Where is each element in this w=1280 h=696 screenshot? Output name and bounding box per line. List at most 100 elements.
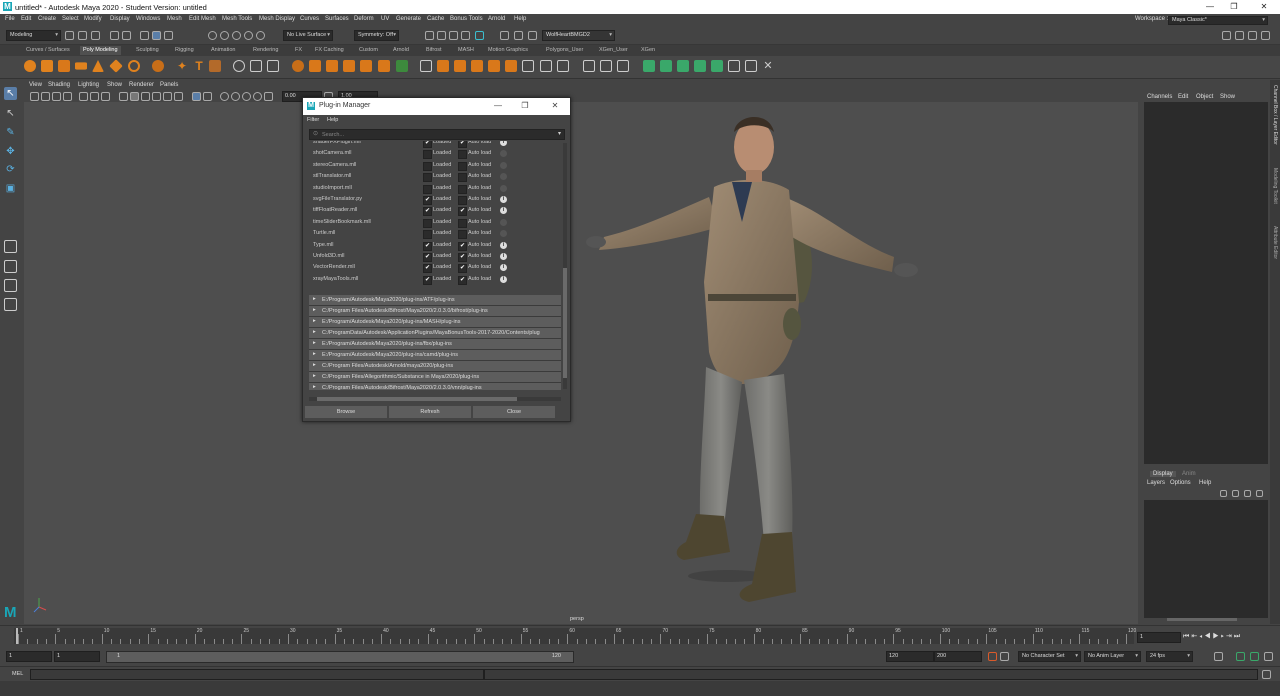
loaded-checkbox[interactable] <box>423 218 432 228</box>
append-polygon-icon[interactable] <box>437 60 449 72</box>
plugin-info-icon[interactable]: i <box>500 141 507 146</box>
xray-icon[interactable] <box>192 92 201 101</box>
use-all-lights-icon[interactable] <box>163 92 172 101</box>
cb-menu-edit[interactable]: Edit <box>1178 94 1188 100</box>
scrollbar-thumb[interactable] <box>563 268 567 378</box>
ipr-render-icon[interactable] <box>437 31 446 40</box>
bool-difference-icon[interactable] <box>309 60 321 72</box>
workspace-dropdown[interactable]: Maya Classic* <box>1168 16 1268 25</box>
resolution-gate-icon[interactable] <box>101 92 110 101</box>
autoload-checkbox[interactable]: ✔ <box>458 253 467 262</box>
exposure-icon[interactable] <box>264 92 273 101</box>
layer-tab-display[interactable]: Display <box>1150 471 1176 477</box>
vp-menu-view[interactable]: View <box>29 82 42 88</box>
loaded-checkbox[interactable] <box>423 161 432 171</box>
image-plane-icon[interactable] <box>63 92 72 101</box>
side-tab-attribute-editor[interactable]: Attribute Editor <box>1272 226 1278 259</box>
autoload-checkbox[interactable]: ✔ <box>458 141 467 148</box>
smooth-shade-icon[interactable] <box>130 92 139 101</box>
animation-prefs-icon[interactable] <box>1264 652 1273 661</box>
automatic-uv-icon[interactable] <box>694 60 706 72</box>
plugin-info-icon[interactable]: i <box>500 230 507 238</box>
menu-bonus-tools[interactable]: Bonus Tools <box>450 16 483 22</box>
shelf-tab-rendering[interactable]: Rendering <box>253 47 278 53</box>
film-gate-icon[interactable] <box>90 92 99 101</box>
snap-point-icon[interactable] <box>232 31 241 40</box>
search-dropdown-arrow-icon[interactable]: ▾ <box>558 130 561 137</box>
new-layer-selected-icon[interactable] <box>1256 490 1263 497</box>
plugin-path-row[interactable]: ▸ C:/Program Files/Allegorithmic/Substanc… <box>309 372 561 383</box>
autoload-checkbox[interactable]: ✔ <box>458 241 467 251</box>
single-perspective-view-icon[interactable] <box>4 240 17 253</box>
separate-icon[interactable] <box>250 60 262 72</box>
select-camera-icon[interactable] <box>30 92 39 101</box>
four-view-icon[interactable] <box>4 260 17 273</box>
insert-edge-loop-icon[interactable] <box>600 60 612 72</box>
side-tab-channel-box[interactable]: Channel Box / Layer Editor <box>1272 85 1278 145</box>
command-input[interactable] <box>30 669 484 680</box>
offset-edge-loop-icon[interactable] <box>617 60 629 72</box>
vp-menu-shading[interactable]: Shading <box>48 82 70 88</box>
wireframe-on-shaded-icon[interactable] <box>141 92 150 101</box>
bool-intersect-icon[interactable] <box>326 60 338 72</box>
loaded-checkbox[interactable]: ✔ <box>423 241 432 251</box>
shelf-tab-custom[interactable]: Custom <box>359 47 378 53</box>
minimize-button[interactable]: — <box>1198 1 1222 13</box>
undo-icon[interactable] <box>110 31 119 40</box>
plugin-path-row[interactable]: ▸ C:/Program Files/Autodesk/Bifrost/Maya2… <box>309 383 561 390</box>
maximize-button[interactable]: ❐ <box>1222 1 1246 13</box>
smooth-icon[interactable] <box>267 60 279 72</box>
svg-icon[interactable] <box>209 60 221 72</box>
expand-arrow-icon[interactable]: ▸ <box>313 318 316 324</box>
shelf-tab-xgen-user[interactable]: XGen_User <box>599 47 628 53</box>
bookmarks-icon[interactable] <box>52 92 61 101</box>
character-set-dropdown[interactable]: No Character Set <box>1018 651 1081 662</box>
layer-menu-help[interactable]: Help <box>1199 480 1211 486</box>
shelf-tab-polygons-user[interactable]: Polygons_User <box>546 47 583 53</box>
shelf-tab-motion-graphics[interactable]: Motion Graphics <box>488 47 528 53</box>
browse-button[interactable]: Browse <box>305 406 387 418</box>
target-weld-icon[interactable] <box>540 60 552 72</box>
sew-uv-icon[interactable]: ✕ <box>762 60 774 72</box>
plugin-path-row[interactable]: ▸ C:/Program Files/Autodesk/Arnold/maya20… <box>309 361 561 372</box>
shelf-tab-poly-modeling[interactable]: Poly Modeling <box>80 46 121 55</box>
auto-key-icon[interactable] <box>988 652 997 661</box>
isolate-select-icon[interactable] <box>203 92 212 101</box>
lasso-tool-icon[interactable]: ↖ <box>4 107 17 120</box>
redo-icon[interactable] <box>122 31 131 40</box>
pm-menu-help[interactable]: Help <box>327 117 338 123</box>
expand-arrow-icon[interactable]: ▸ <box>313 329 316 335</box>
loaded-checkbox[interactable]: ✔ <box>423 275 432 285</box>
autoload-checkbox[interactable] <box>458 218 467 228</box>
autoload-checkbox[interactable] <box>458 150 467 160</box>
persp-graph-icon[interactable] <box>4 298 17 311</box>
open-scene-icon[interactable] <box>78 31 87 40</box>
quad-draw-icon[interactable] <box>557 60 569 72</box>
menu-mesh-display[interactable]: Mesh Display <box>259 16 295 22</box>
select-hierarchy-icon[interactable] <box>140 31 149 40</box>
move-tool-icon[interactable]: ✥ <box>4 145 17 158</box>
snap-curve-icon[interactable] <box>220 31 229 40</box>
poly-type-icon[interactable]: T <box>193 60 205 72</box>
ambient-occlusion-icon[interactable] <box>220 92 229 101</box>
plugin-info-icon[interactable]: i <box>500 253 507 260</box>
expand-arrow-icon[interactable]: ▸ <box>313 307 316 313</box>
loaded-checkbox[interactable] <box>423 184 432 194</box>
plugin-path-row[interactable]: ▸ C:/Program Files/Autodesk/Bifrost/Maya2… <box>309 306 561 317</box>
uv-editor-icon[interactable] <box>728 60 740 72</box>
shelf-tab-sculpting[interactable]: Sculpting <box>136 47 159 53</box>
save-scene-icon[interactable] <box>91 31 100 40</box>
bridge-icon[interactable] <box>378 60 390 72</box>
symmetry-dropdown[interactable]: Symmetry: Off <box>354 30 399 41</box>
plugin-info-icon[interactable]: i <box>500 218 507 226</box>
hypershade-icon[interactable] <box>461 31 470 40</box>
side-tab-modeling-toolkit[interactable]: Modeling Toolkit <box>1272 168 1278 204</box>
vp-menu-panels[interactable]: Panels <box>160 82 178 88</box>
render-frame-icon[interactable] <box>425 31 434 40</box>
cb-menu-object[interactable]: Object <box>1196 94 1213 100</box>
cylindrical-uv-icon[interactable] <box>660 60 672 72</box>
autoload-checkbox[interactable]: ✔ <box>458 207 467 217</box>
current-time-marker[interactable] <box>16 628 18 644</box>
menu-mesh[interactable]: Mesh <box>167 16 182 22</box>
layer-list-pane[interactable] <box>1144 500 1268 618</box>
